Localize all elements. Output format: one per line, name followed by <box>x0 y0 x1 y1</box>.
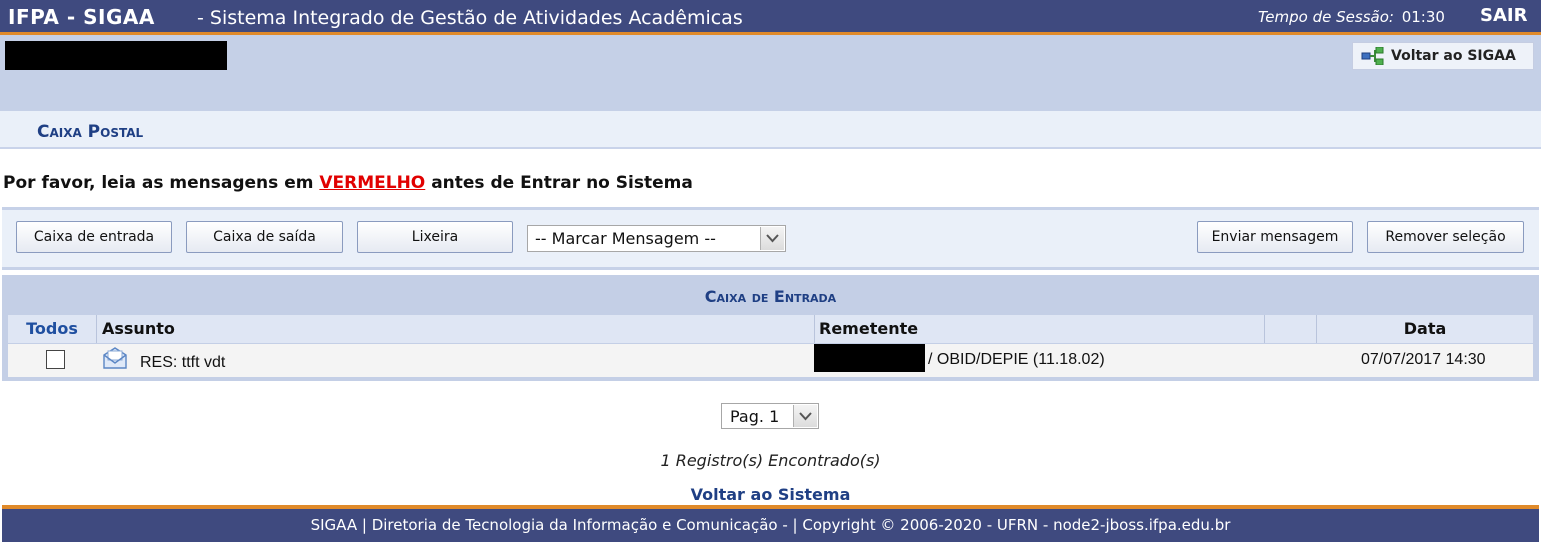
back-to-sigaa-label: Voltar ao SIGAA <box>1391 48 1516 64</box>
logout-link[interactable]: SAIR <box>1480 5 1527 26</box>
system-title: - Sistema Integrado de Gestão de Ativida… <box>197 7 743 29</box>
warning-message: Por favor, leia as mensagens em VERMELHO… <box>3 173 693 193</box>
redacted-sender-name <box>814 344 925 372</box>
message-subject[interactable]: RES: ttft vdt <box>140 354 225 372</box>
redacted-user-name <box>5 41 227 70</box>
column-header-date: Data <box>1403 319 1447 338</box>
mailbox-toolbar: Caixa de entrada Caixa de saída Lixeira … <box>2 207 1539 270</box>
warning-highlight: VERMELHO <box>319 173 426 193</box>
remove-selection-button[interactable]: Remover seleção <box>1367 221 1524 253</box>
column-header-all[interactable]: Todos <box>8 315 97 343</box>
page-select-value: Pag. 1 <box>730 407 780 426</box>
back-to-system-link[interactable]: Voltar ao Sistema <box>0 485 1541 504</box>
chevron-down-icon[interactable] <box>793 405 817 427</box>
user-info-bar: Voltar ao SIGAA <box>0 35 1541 111</box>
records-count: 1 Registro(s) Encontrado(s) <box>660 451 881 470</box>
table-header: Todos Assunto Remetente Data <box>8 315 1533 343</box>
top-header-bar: IFPA - SIGAA - Sistema Integrado de Gest… <box>0 0 1541 35</box>
mark-message-select[interactable]: -- Marcar Mensagem -- <box>527 225 786 252</box>
back-to-sigaa-button[interactable]: Voltar ao SIGAA <box>1352 42 1534 70</box>
column-header-spacer <box>1265 315 1317 343</box>
outbox-button[interactable]: Caixa de saída <box>186 221 343 253</box>
sender-unit: / OBID/DEPIE (11.18.02) <box>928 351 1105 368</box>
warning-suffix: antes de Entrar no Sistema <box>431 173 693 193</box>
session-timer: Tempo de Sessão: 01:30 <box>1258 8 1445 26</box>
session-time: 01:30 <box>1401 8 1445 26</box>
page-title-bar: Caixa Postal <box>0 111 1541 149</box>
inbox-panel: Caixa de Entrada Todos Assunto Remetente… <box>2 275 1539 381</box>
message-date: 07/07/2017 14:30 <box>1361 351 1486 368</box>
network-icon <box>1361 47 1384 65</box>
session-label: Tempo de Sessão: <box>1258 8 1394 26</box>
app-brand: IFPA - SIGAA <box>8 5 155 29</box>
page-select[interactable]: Pag. 1 <box>721 403 819 429</box>
row-select-checkbox[interactable] <box>46 350 65 369</box>
send-message-button[interactable]: Enviar mensagem <box>1197 221 1353 253</box>
page-footer: SIGAA | Diretoria de Tecnologia da Infor… <box>2 505 1539 542</box>
column-header-sender: Remetente <box>815 315 1265 343</box>
trash-button[interactable]: Lixeira <box>357 221 513 253</box>
page-title: Caixa Postal <box>37 122 144 142</box>
envelope-icon <box>103 347 127 369</box>
warning-prefix: Por favor, leia as mensagens em <box>3 173 314 193</box>
column-header-subject: Assunto <box>97 315 815 343</box>
inbox-title: Caixa de Entrada <box>704 287 837 306</box>
inbox-button[interactable]: Caixa de entrada <box>16 221 172 253</box>
mark-message-value: -- Marcar Mensagem -- <box>535 229 716 248</box>
table-row[interactable]: RES: ttft vdt / OBID/DEPIE (11.18.02) 07… <box>8 344 1533 377</box>
chevron-down-icon[interactable] <box>760 227 784 250</box>
